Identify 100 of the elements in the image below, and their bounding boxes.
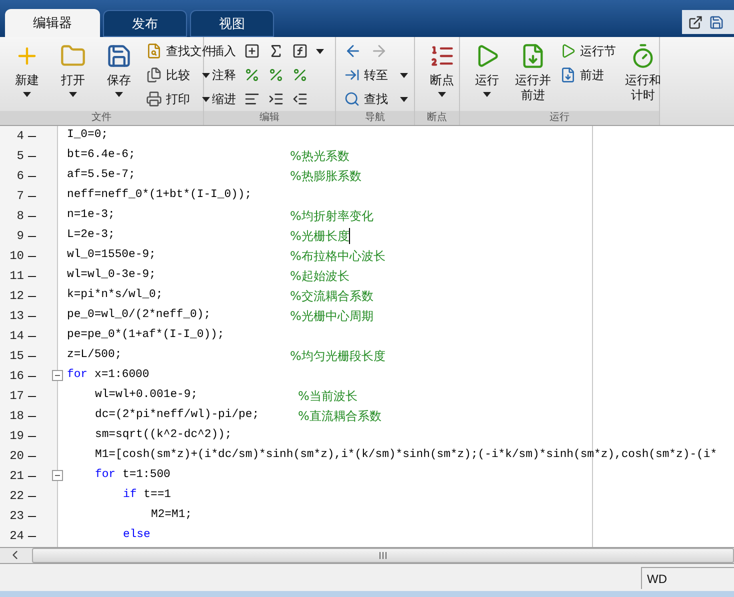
code-comment: %直流耦合系数: [298, 408, 382, 425]
file-search-icon: [146, 43, 162, 59]
line-number: 14: [8, 328, 24, 345]
code-keyword: else: [123, 528, 150, 544]
line-number: 17: [8, 388, 24, 405]
ribbon-button[interactable]: 新建: [8, 39, 46, 111]
code-comment: %热膨胀系数: [290, 168, 362, 185]
code-text: L=2e-3;: [67, 228, 115, 244]
compare-files-icon: [146, 67, 162, 83]
go-to-icon: [344, 67, 360, 83]
fold-toggle[interactable]: [52, 470, 63, 481]
ribbon-button[interactable]: 运行和计时: [624, 39, 662, 111]
code-text: neff=neff_0*(1+bt*(I-I_0));: [67, 188, 252, 204]
search-icon: [344, 91, 360, 107]
ribbon-tab[interactable]: 编辑器: [5, 9, 100, 37]
insert-function-icon[interactable]: [292, 43, 308, 59]
line-number: 11: [8, 268, 24, 285]
smart-indent-icon[interactable]: [244, 91, 260, 107]
advance-icon: [560, 67, 576, 83]
line-number: 12: [8, 288, 24, 305]
status-field: WD: [641, 566, 734, 588]
code-text: af=5.5e-7;: [67, 168, 136, 184]
code-text: n=1e-3;: [67, 208, 115, 224]
comment-icon[interactable]: [244, 67, 260, 83]
code-comment: %均匀光栅段长度: [290, 348, 386, 365]
line-number: 23: [8, 508, 24, 525]
code-comment: %当前波长: [298, 388, 358, 405]
save-icon: [106, 43, 132, 69]
code-comment: %交流耦合系数: [290, 288, 374, 305]
ribbon-button[interactable]: 运行并前进: [514, 39, 552, 111]
line-number: 18: [8, 408, 24, 425]
code-comment: %起始波长: [290, 268, 350, 285]
ribbon-tab[interactable]: 视图: [190, 10, 274, 37]
line-number: 9: [16, 228, 24, 245]
ribbon-button[interactable]: 运行节: [560, 39, 616, 63]
outdent-icon[interactable]: [292, 91, 308, 107]
indent-icon[interactable]: [268, 91, 284, 107]
ribbon-tab[interactable]: 发布: [103, 10, 187, 37]
line-number: 16: [8, 368, 24, 385]
ribbon-button[interactable]: 打开: [54, 39, 92, 111]
code-text: wl_0=1550e-9;: [67, 248, 156, 264]
folder-icon: [60, 43, 86, 69]
ribbon-button[interactable]: 运行: [468, 39, 506, 111]
code-comment: %光栅长度: [290, 228, 350, 245]
ribbon-button[interactable]: 查找文件: [146, 39, 214, 63]
code-comment: %光栅中心周期: [290, 308, 374, 325]
code-text: pe_0=wl_0/(2*neff_0);: [67, 308, 211, 324]
line-number: 7: [16, 188, 24, 205]
code-text: M1=[cosh(sm*z)+(i*dc/sm)*sinh(sm*z),i*(k/sm)*sinh(sm*z);(-i*k/sm)*sinh(sm*z),cosh(sm*z)-(i*: [95, 448, 718, 464]
code-text: wl=wl_0-3e-9;: [67, 268, 156, 284]
ribbon-button[interactable]: 保存: [100, 39, 138, 111]
code-text: x=1:6000: [94, 368, 150, 384]
line-number: 10: [8, 248, 24, 265]
ribbon-button[interactable]: 断点: [423, 39, 461, 111]
ribbon-group-label: 断点: [415, 111, 459, 125]
insert-icon[interactable]: [244, 43, 260, 59]
code-text: sm=sqrt((k^2-dc^2));: [95, 428, 232, 444]
line-number: 13: [8, 308, 24, 325]
ribbon-button[interactable]: 查找: [344, 87, 408, 111]
code-comment: %布拉格中心波长: [290, 248, 386, 265]
code-text: z=L/500;: [67, 348, 122, 364]
line-number: 24: [8, 528, 24, 545]
line-number: 4: [16, 128, 24, 145]
printer-icon: [146, 91, 162, 107]
line-number: 21: [8, 468, 24, 485]
code-text: k=pi*n*s/wl_0;: [67, 288, 163, 304]
ribbon-group-label: 运行: [460, 111, 659, 125]
run-section-icon: [560, 43, 576, 59]
code-keyword: if: [123, 488, 137, 504]
save-icon[interactable]: [709, 14, 724, 30]
code-text: M2=M1;: [151, 508, 192, 524]
code-comment: %热光系数: [290, 148, 350, 165]
code-comment: %均折射率变化: [290, 208, 374, 225]
code-text: t=1:500: [122, 468, 170, 484]
ribbon-group-label: 文件: [0, 111, 203, 125]
line-number: 19: [8, 428, 24, 445]
ribbon-button[interactable]: 前进: [560, 63, 616, 87]
fold-toggle[interactable]: [52, 370, 63, 381]
code-keyword: for: [95, 468, 116, 484]
ribbon-label: 插入: [212, 43, 236, 60]
grip-icon: [379, 552, 387, 559]
ribbon-label: 缩进: [212, 91, 236, 108]
code-text: dc=(2*pi*neff/wl)-pi/pe;: [95, 408, 260, 424]
shortcut-icon[interactable]: [688, 14, 703, 30]
ribbon-button[interactable]: 转至: [344, 63, 408, 87]
code-text: t==1: [144, 488, 172, 504]
code-text: bt=6.4e-6;: [67, 148, 136, 164]
line-number: 22: [8, 488, 24, 505]
line-number: 15: [8, 348, 24, 365]
line-number: 6: [16, 168, 24, 185]
ribbon-group-label: 编辑: [204, 111, 335, 125]
line-number: 20: [8, 448, 24, 465]
line-number: 5: [16, 148, 24, 165]
code-text: wl=wl+0.001e-9;: [95, 388, 198, 404]
ribbon-label: 注释: [212, 67, 236, 84]
ribbon-group-label: 导航: [336, 111, 414, 125]
code-text: I_0=0;: [67, 128, 108, 144]
code-text: pe=pe_0*(1+af*(I-I_0));: [67, 328, 224, 344]
line-number: 8: [16, 208, 24, 225]
code-keyword: for: [67, 368, 88, 384]
